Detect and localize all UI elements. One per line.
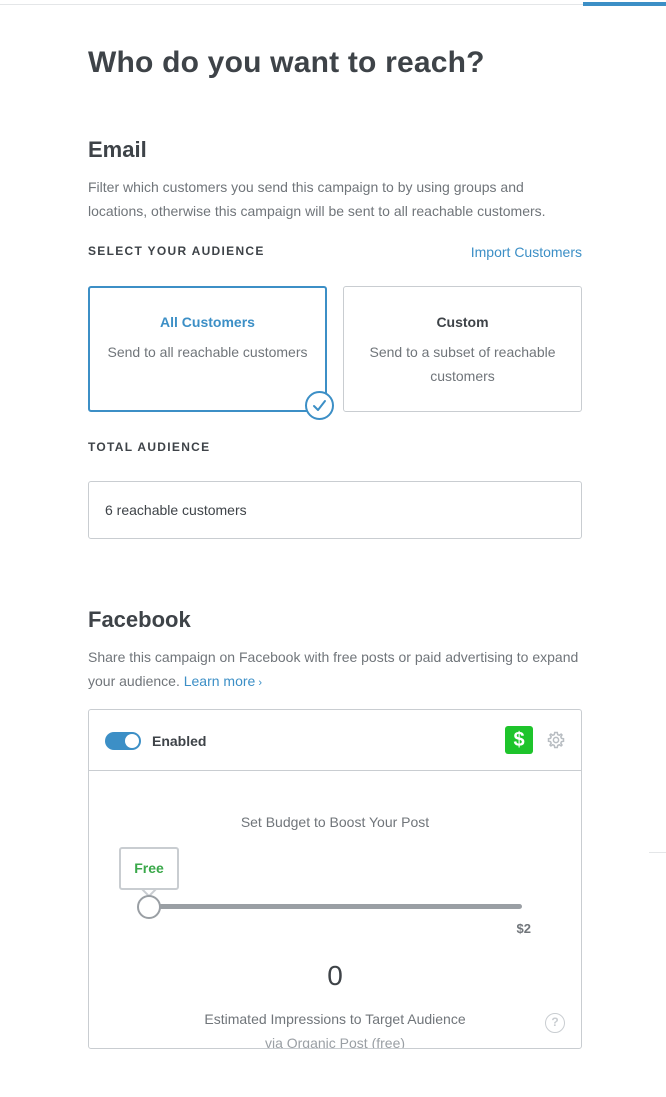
budget-slider-handle[interactable] — [137, 895, 161, 919]
top-tab-bar — [0, 0, 666, 6]
budget-title: Set Budget to Boost Your Post — [240, 814, 430, 830]
slider-max-label: $2 — [516, 921, 531, 936]
facebook-description: Share this campaign on Facebook with fre… — [88, 645, 582, 695]
impressions-value: 0 — [327, 960, 343, 991]
option-title: All Customers — [160, 314, 255, 330]
facebook-enabled-toggle[interactable] — [105, 732, 141, 750]
tab-bar-divider — [0, 4, 666, 5]
total-audience-label: TOTAL AUDIENCE — [88, 440, 211, 454]
import-customers-link[interactable]: Import Customers — [471, 244, 582, 260]
select-audience-label: SELECT YOUR AUDIENCE — [88, 244, 265, 258]
slider-value-tooltip: Free — [119, 847, 179, 890]
option-description: Send to a subset of reachable customers — [369, 344, 556, 384]
dollar-icon[interactable]: $ — [505, 726, 533, 754]
learn-more-link[interactable]: Learn more › — [184, 673, 262, 689]
page-title: Who do you want to reach? — [88, 46, 485, 79]
email-heading: Email — [88, 137, 147, 162]
facebook-heading: Facebook — [88, 607, 191, 632]
facebook-card-header: Enabled $ — [89, 710, 581, 771]
toggle-knob — [125, 734, 139, 748]
budget-slider-track[interactable] — [149, 904, 522, 909]
option-description: Send to all reachable customers — [107, 344, 308, 360]
edge-divider — [649, 852, 666, 853]
facebook-description-text: Share this campaign on Facebook with fre… — [88, 649, 579, 689]
learn-more-text: Learn more — [183, 673, 256, 689]
audience-option-all-customers[interactable]: All Customers Send to all reachable cust… — [88, 286, 327, 412]
help-icon[interactable]: ? — [545, 1013, 565, 1033]
impressions-subtext: via Organic Post (free) — [264, 1035, 406, 1049]
audience-option-custom[interactable]: Custom Send to a subset of reachable cus… — [343, 286, 582, 412]
facebook-card: Enabled $ Set Budget to Boost Your Post … — [88, 709, 582, 1049]
toggle-label: Enabled — [152, 733, 207, 749]
total-audience-value: 6 reachable customers — [88, 481, 582, 539]
active-tab-indicator — [583, 2, 666, 6]
selected-check-icon — [305, 391, 334, 420]
email-description: Filter which customers you send this cam… — [88, 179, 546, 219]
gear-icon[interactable] — [546, 730, 566, 750]
option-title: Custom — [436, 314, 489, 330]
chevron-right-icon: › — [255, 677, 263, 689]
impressions-label: Estimated Impressions to Target Audience — [204, 1011, 466, 1027]
